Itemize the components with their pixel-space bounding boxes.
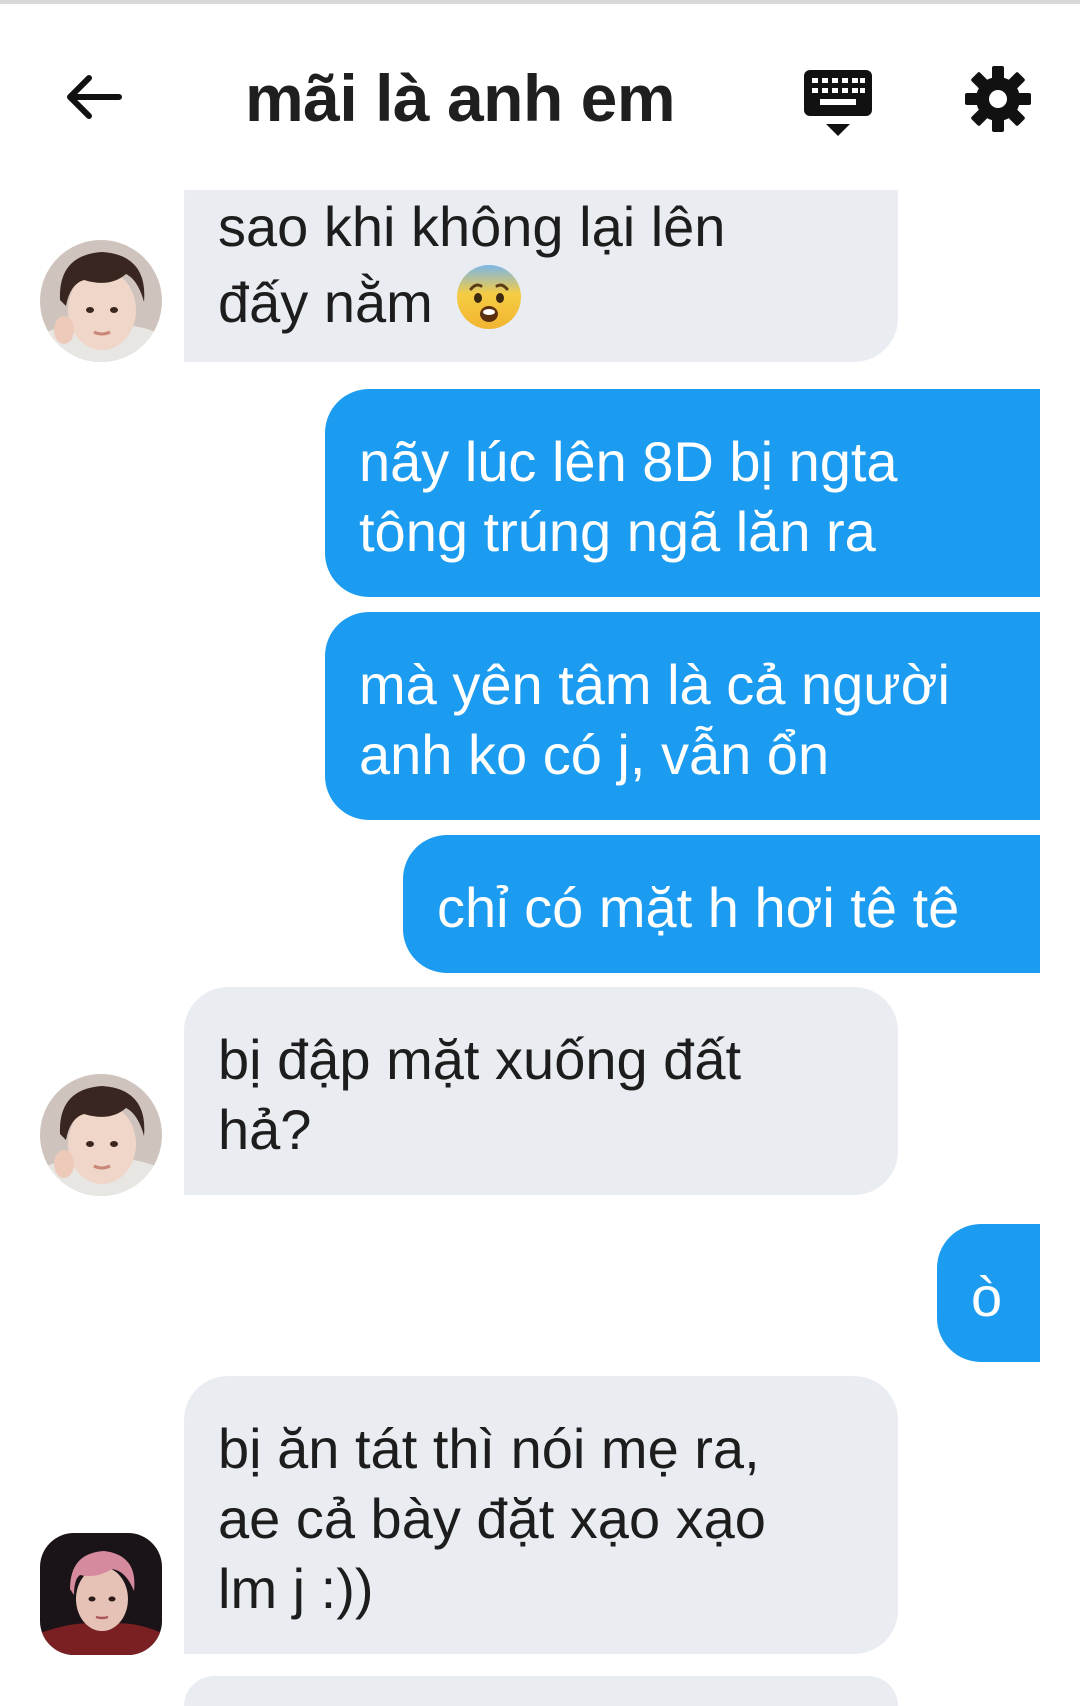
message-bubble-outgoing[interactable]: nãy lúc lên 8D bị ngta tông trúng ngã lă… (325, 389, 1040, 597)
conversation-title[interactable]: mãi là anh em (245, 60, 676, 136)
message-line: hả? (218, 1098, 312, 1161)
message-bubble-outgoing[interactable]: mà yên tâm là cả người anh ko có j, vẫn … (325, 612, 1040, 820)
message-line: tông trúng ngã lăn ra (359, 500, 876, 563)
contact-avatar[interactable] (40, 240, 162, 362)
message-bubble-incoming[interactable]: bị ăn tát thì nói mẹ ra, ae cả bày đặt x… (184, 1376, 898, 1654)
message-line: chỉ có mặt h hơi tê tê (437, 876, 960, 939)
message-line: ae cả bày đặt xạo xạo (218, 1487, 766, 1550)
message-line: bị ăn tát thì nói mẹ ra, (218, 1417, 760, 1480)
message-line: mà yên tâm là cả người (359, 653, 950, 716)
message-line: đấy nằm (218, 262, 864, 348)
message-line: lm j :)) (218, 1557, 374, 1620)
gear-icon (963, 66, 1033, 138)
next-message-bubble (184, 1676, 898, 1706)
fearful-face-icon (454, 262, 524, 348)
keyboard-icon (800, 70, 876, 146)
message-line: nãy lúc lên 8D bị ngta (359, 430, 898, 493)
contact-avatar[interactable] (40, 1533, 162, 1655)
chat-header: mãi là anh em (0, 4, 1080, 190)
message-line: bị đập mặt xuống đất (218, 1028, 742, 1091)
contact-avatar[interactable] (40, 1074, 162, 1196)
message-bubble-outgoing[interactable]: ò (937, 1224, 1040, 1362)
message-bubble-incoming[interactable]: bị đập mặt xuống đất hả? (184, 987, 898, 1195)
message-bubble-outgoing[interactable]: chỉ có mặt h hơi tê tê (403, 835, 1040, 973)
settings-button[interactable] (963, 64, 1033, 134)
back-button[interactable] (60, 66, 126, 132)
message-list[interactable]: sao khi không lại lên đấy nằm nãy lúc lê… (0, 0, 1080, 1706)
arrow-left-icon (63, 72, 123, 127)
message-line: ò (971, 1265, 1003, 1328)
message-text: đấy nằm (218, 271, 433, 334)
message-line: sao khi không lại lên (218, 195, 726, 258)
keyboard-button[interactable] (800, 66, 876, 142)
message-line: anh ko có j, vẫn ổn (359, 723, 830, 786)
